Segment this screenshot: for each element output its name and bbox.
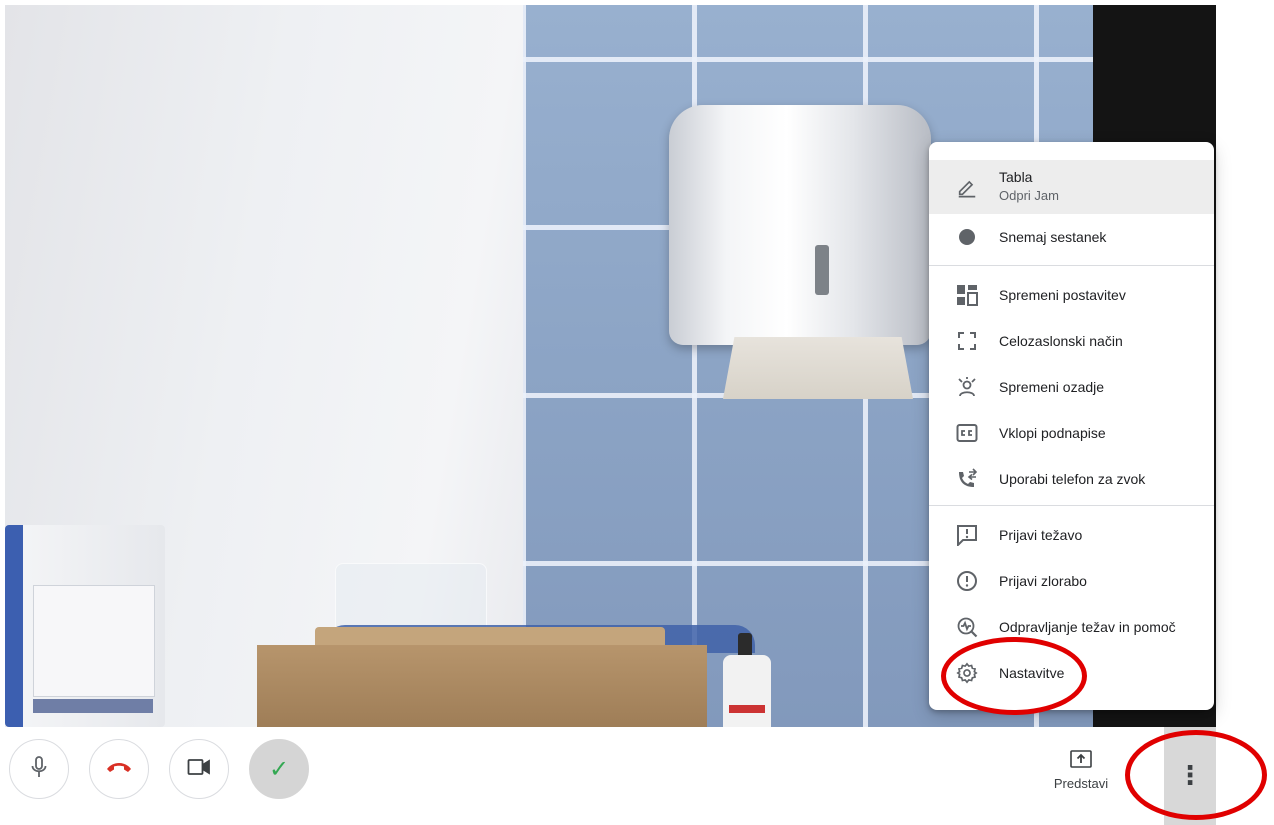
leave-call-button[interactable] (89, 739, 149, 799)
menu-item-label: Vklopi podnapise (999, 425, 1106, 441)
menu-item-label: Nastavitve (999, 665, 1065, 681)
menu-item-label: Tabla (999, 169, 1033, 185)
menu-item-label: Odpravljanje težav in pomoč (999, 619, 1176, 635)
present-label: Predstavi (1053, 776, 1109, 791)
troubleshoot-icon (955, 615, 979, 639)
report-abuse-icon (955, 569, 979, 593)
more-vertical-icon: ⋮ (1177, 761, 1203, 791)
menu-item-label: Snemaj sestanek (999, 229, 1107, 245)
menu-item-record[interactable]: Snemaj sestanek (929, 214, 1214, 260)
menu-item-captions[interactable]: Vklopi podnapise (929, 410, 1214, 456)
menu-item-phone-audio[interactable]: Uporabi telefon za zvok (929, 456, 1214, 502)
menu-item-label: Prijavi težavo (999, 527, 1083, 543)
layout-grid-icon (955, 283, 979, 307)
microphone-icon (29, 755, 49, 784)
menu-item-label: Spremeni ozadje (999, 379, 1105, 395)
pen-icon (955, 175, 979, 199)
more-options-menu: Tabla Odpri Jam Snemaj sestanek Spremeni… (929, 142, 1214, 710)
menu-divider (929, 265, 1214, 266)
menu-divider (929, 505, 1214, 506)
present-screen-icon (1069, 748, 1093, 772)
hang-up-icon (105, 759, 133, 780)
video-device (5, 525, 165, 727)
video-dispenser-window (815, 245, 829, 295)
menu-item-change-background[interactable]: Spremeni ozadje (929, 364, 1214, 410)
check-icon: ✓ (268, 755, 290, 783)
feedback-icon (955, 523, 979, 547)
menu-item-label: Spremeni postavitev (999, 287, 1126, 303)
camera-icon (187, 758, 211, 781)
menu-item-change-layout[interactable]: Spremeni postavitev (929, 272, 1214, 318)
menu-item-whiteboard[interactable]: Tabla Odpri Jam (929, 160, 1214, 214)
menu-item-report-problem[interactable]: Prijavi težavo (929, 512, 1214, 558)
confirm-button[interactable]: ✓ (249, 739, 309, 799)
video-cardboard-box (257, 645, 707, 727)
background-effects-icon (955, 375, 979, 399)
more-options-button[interactable]: ⋮ (1164, 727, 1216, 825)
video-towel-dispenser (669, 105, 931, 345)
menu-item-settings[interactable]: Nastavitve (929, 650, 1214, 696)
menu-item-label: Prijavi zlorabo (999, 573, 1087, 589)
video-device-strip (33, 699, 153, 713)
menu-item-troubleshooting[interactable]: Odpravljanje težav in pomoč (929, 604, 1214, 650)
record-dot-icon (955, 225, 979, 249)
microphone-button[interactable] (9, 739, 69, 799)
video-bottle-label (729, 705, 765, 713)
closed-captions-icon (955, 421, 979, 445)
present-button[interactable]: Predstavi (1036, 748, 1126, 804)
menu-item-report-abuse[interactable]: Prijavi zlorabo (929, 558, 1214, 604)
fullscreen-icon (955, 329, 979, 353)
video-soap-bottle (723, 655, 771, 727)
menu-item-sublabel: Odpri Jam (999, 188, 1059, 203)
menu-item-label: Uporabi telefon za zvok (999, 471, 1146, 487)
menu-item-fullscreen[interactable]: Celozaslonski način (929, 318, 1214, 364)
menu-item-label: Celozaslonski način (999, 333, 1123, 349)
phone-audio-icon (955, 467, 979, 491)
camera-button[interactable] (169, 739, 229, 799)
gear-icon (955, 661, 979, 685)
video-device-panel (33, 585, 155, 697)
video-paper-towel (723, 337, 913, 399)
